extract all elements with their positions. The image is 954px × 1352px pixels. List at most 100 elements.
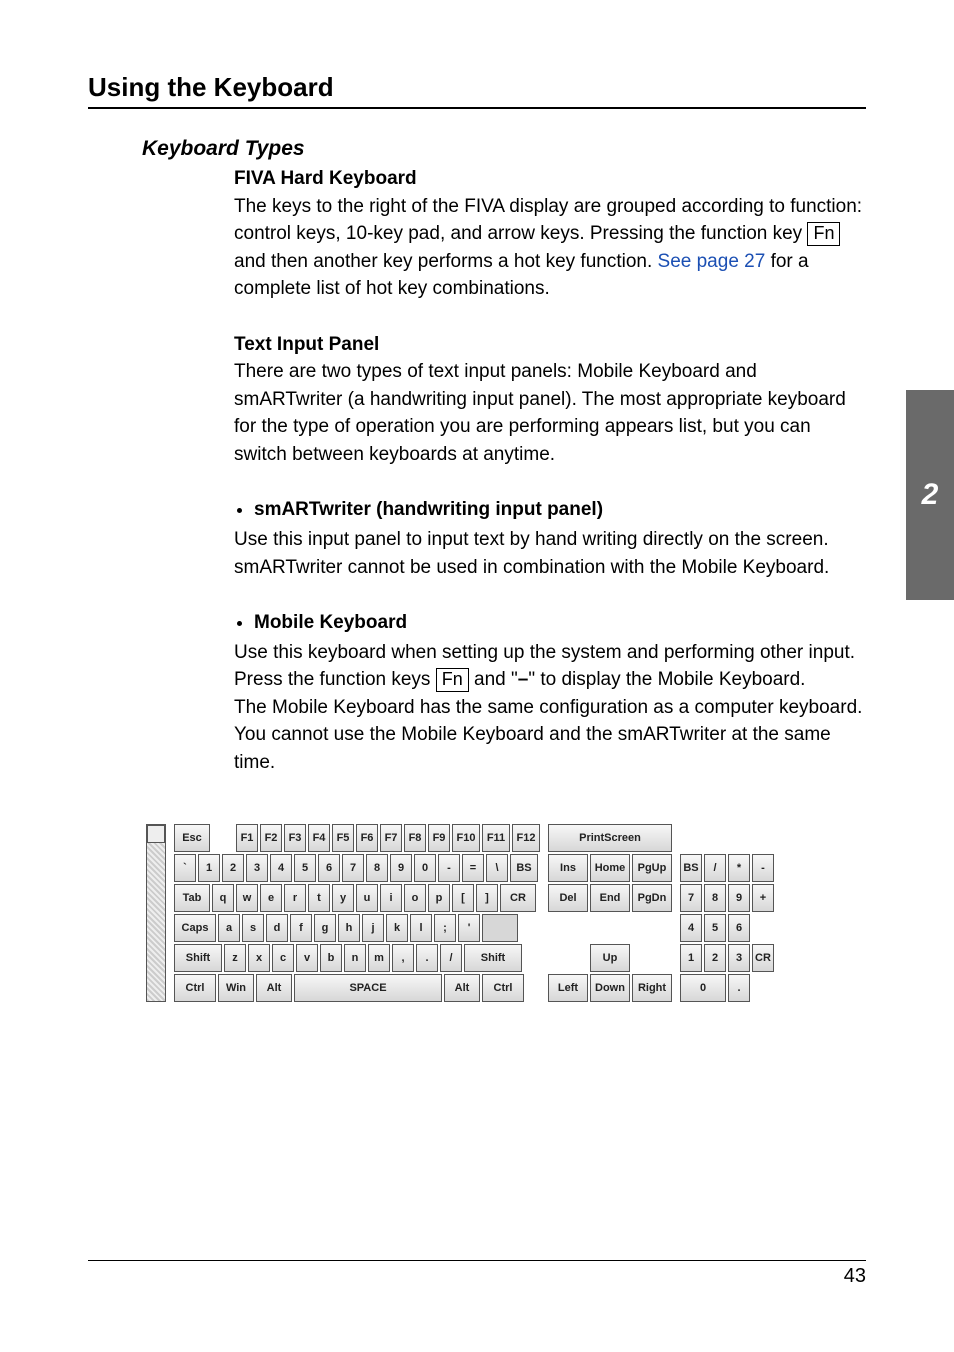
key-enter-ext[interactable] <box>482 914 518 942</box>
key-y[interactable]: y <box>332 884 354 912</box>
key-f3[interactable]: F3 <box>284 824 306 852</box>
key-num-0[interactable]: 0 <box>680 974 726 1002</box>
key-down[interactable]: Down <box>590 974 630 1002</box>
key-z[interactable]: z <box>224 944 246 972</box>
key-minus[interactable]: - <box>438 854 460 882</box>
key-x[interactable]: x <box>248 944 270 972</box>
key-f4[interactable]: F4 <box>308 824 330 852</box>
key-f[interactable]: f <box>290 914 312 942</box>
key-num-sub[interactable]: - <box>752 854 774 882</box>
key-f5[interactable]: F5 <box>332 824 354 852</box>
key-ctrl-r[interactable]: Ctrl <box>482 974 524 1002</box>
key-5[interactable]: 5 <box>294 854 316 882</box>
key-d[interactable]: d <box>266 914 288 942</box>
key-slash[interactable]: / <box>440 944 462 972</box>
key-g[interactable]: g <box>314 914 336 942</box>
key-c[interactable]: c <box>272 944 294 972</box>
key-end[interactable]: End <box>590 884 630 912</box>
key-num-9[interactable]: 9 <box>728 884 750 912</box>
key-cr[interactable]: CR <box>500 884 536 912</box>
key-num-1[interactable]: 1 <box>680 944 702 972</box>
key-num-dot[interactable]: . <box>728 974 750 1002</box>
keyboard-drag-handle[interactable] <box>146 824 166 1002</box>
key-f10[interactable]: F10 <box>452 824 480 852</box>
key-num-add[interactable]: + <box>752 884 774 912</box>
key-r[interactable]: r <box>284 884 306 912</box>
key-e[interactable]: e <box>260 884 282 912</box>
key-period[interactable]: . <box>416 944 438 972</box>
key-num-8[interactable]: 8 <box>704 884 726 912</box>
key-t[interactable]: t <box>308 884 330 912</box>
key-0[interactable]: 0 <box>414 854 436 882</box>
key-del[interactable]: Del <box>548 884 588 912</box>
key-num-mul[interactable]: * <box>728 854 750 882</box>
key-f6[interactable]: F6 <box>356 824 378 852</box>
key-f11[interactable]: F11 <box>482 824 510 852</box>
key-semicolon[interactable]: ; <box>434 914 456 942</box>
key-4[interactable]: 4 <box>270 854 292 882</box>
key-p[interactable]: p <box>428 884 450 912</box>
key-l[interactable]: l <box>410 914 432 942</box>
key-o[interactable]: o <box>404 884 426 912</box>
key-h[interactable]: h <box>338 914 360 942</box>
key-alt-l[interactable]: Alt <box>256 974 292 1002</box>
key-f1[interactable]: F1 <box>236 824 258 852</box>
key-backslash[interactable]: \ <box>486 854 508 882</box>
key-num-7[interactable]: 7 <box>680 884 702 912</box>
key-rbracket[interactable]: ] <box>476 884 498 912</box>
key-9[interactable]: 9 <box>390 854 412 882</box>
key-8[interactable]: 8 <box>366 854 388 882</box>
key-space[interactable]: SPACE <box>294 974 442 1002</box>
key-ctrl-l[interactable]: Ctrl <box>174 974 216 1002</box>
key-num-3[interactable]: 3 <box>728 944 750 972</box>
key-win[interactable]: Win <box>218 974 254 1002</box>
key-pgdn[interactable]: PgDn <box>632 884 672 912</box>
key-2[interactable]: 2 <box>222 854 244 882</box>
key-comma[interactable]: , <box>392 944 414 972</box>
key-1[interactable]: 1 <box>198 854 220 882</box>
key-6[interactable]: 6 <box>318 854 340 882</box>
key-q[interactable]: q <box>212 884 234 912</box>
key-right[interactable]: Right <box>632 974 672 1002</box>
key-tab[interactable]: Tab <box>174 884 210 912</box>
key-num-5[interactable]: 5 <box>704 914 726 942</box>
key-left[interactable]: Left <box>548 974 588 1002</box>
key-b[interactable]: b <box>320 944 342 972</box>
key-ins[interactable]: Ins <box>548 854 588 882</box>
key-f8[interactable]: F8 <box>404 824 426 852</box>
key-equals[interactable]: = <box>462 854 484 882</box>
key-shift-l[interactable]: Shift <box>174 944 222 972</box>
key-shift-r[interactable]: Shift <box>464 944 522 972</box>
key-v[interactable]: v <box>296 944 318 972</box>
key-f9[interactable]: F9 <box>428 824 450 852</box>
key-f12[interactable]: F12 <box>512 824 540 852</box>
key-u[interactable]: u <box>356 884 378 912</box>
key-num-bs[interactable]: BS <box>680 854 702 882</box>
key-j[interactable]: j <box>362 914 384 942</box>
key-num-4[interactable]: 4 <box>680 914 702 942</box>
key-f7[interactable]: F7 <box>380 824 402 852</box>
key-num-cr[interactable]: CR <box>752 944 774 972</box>
key-bs[interactable]: BS <box>510 854 538 882</box>
key-7[interactable]: 7 <box>342 854 364 882</box>
key-a[interactable]: a <box>218 914 240 942</box>
key-up[interactable]: Up <box>590 944 630 972</box>
key-w[interactable]: w <box>236 884 258 912</box>
key-num-6[interactable]: 6 <box>728 914 750 942</box>
key-f2[interactable]: F2 <box>260 824 282 852</box>
key-num-2[interactable]: 2 <box>704 944 726 972</box>
key-pgup[interactable]: PgUp <box>632 854 672 882</box>
key-esc[interactable]: Esc <box>174 824 210 852</box>
key-lbracket[interactable]: [ <box>452 884 474 912</box>
key-i[interactable]: i <box>380 884 402 912</box>
key-home[interactable]: Home <box>590 854 630 882</box>
link-page-27[interactable]: See page 27 <box>658 251 766 272</box>
key-caps[interactable]: Caps <box>174 914 216 942</box>
key-k[interactable]: k <box>386 914 408 942</box>
key-n[interactable]: n <box>344 944 366 972</box>
key-printscreen[interactable]: PrintScreen <box>548 824 672 852</box>
key-m[interactable]: m <box>368 944 390 972</box>
key-backtick[interactable]: ` <box>174 854 196 882</box>
key-alt-r[interactable]: Alt <box>444 974 480 1002</box>
key-num-div[interactable]: / <box>704 854 726 882</box>
